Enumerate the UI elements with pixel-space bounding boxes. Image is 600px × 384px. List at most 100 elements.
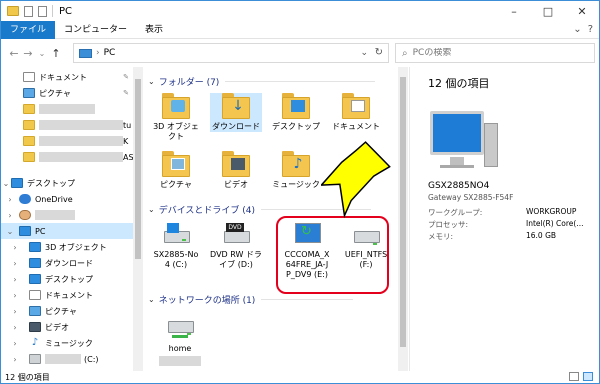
sidebar-item-onedrive[interactable]: › OneDrive: [1, 191, 143, 207]
scroll-thumb[interactable]: [135, 79, 141, 259]
nav-scrollbar[interactable]: [133, 67, 143, 371]
sidebar-item-desktop-root[interactable]: ⌄ デスクトップ: [1, 175, 143, 191]
chevron-down-icon[interactable]: ⌄: [148, 77, 155, 86]
chevron-right-icon[interactable]: ›: [1, 307, 29, 316]
tile-label: SX2885-No 4 (C:): [153, 250, 199, 269]
folder-icon: [23, 152, 35, 162]
detail-value: Intel(R) Core(...: [526, 219, 584, 228]
sidebar-item-folder[interactable]: K: [1, 133, 143, 149]
redacted-label: [35, 210, 75, 220]
sidebar-item-user[interactable]: ›: [1, 207, 143, 223]
tab-computer[interactable]: コンピューター: [55, 21, 136, 39]
content-scrollbar[interactable]: [398, 67, 408, 371]
drive-d[interactable]: DVD DVD RW ドライブ (D:): [210, 221, 262, 270]
drive-icon: [29, 354, 41, 364]
chevron-right-icon[interactable]: ›: [1, 259, 29, 268]
sidebar-item-desktop[interactable]: › デスクトップ: [1, 271, 143, 287]
3d-objects-folder-icon: [162, 93, 190, 119]
close-button[interactable]: ✕: [565, 1, 599, 21]
pin-icon: ✎: [123, 73, 129, 81]
breadcrumb-pc[interactable]: PC: [104, 48, 116, 58]
sidebar-item-music[interactable]: › ♪ ミュージック: [1, 335, 143, 351]
properties-icon[interactable]: [24, 5, 33, 17]
chevron-right-icon[interactable]: ›: [1, 339, 29, 348]
explorer-window: PC – □ ✕ ファイル コンピューター 表示 ⌄ ? ← → ⌄ ↑ › P…: [0, 0, 600, 384]
scroll-thumb[interactable]: [400, 77, 406, 347]
forward-button[interactable]: →: [21, 47, 35, 60]
network-drive-home[interactable]: home: [154, 315, 206, 369]
redacted-label: [45, 354, 81, 364]
group-header-folders[interactable]: ⌄ フォルダー (7): [148, 75, 376, 88]
redacted-label: [39, 136, 123, 146]
sidebar-item-label: ピクチャ: [45, 306, 77, 316]
maximize-button[interactable]: □: [531, 1, 565, 21]
sidebar-item-folder[interactable]: [1, 101, 143, 117]
up-button[interactable]: ↑: [49, 47, 63, 60]
chevron-down-icon[interactable]: ⌄: [360, 48, 368, 58]
sidebar-item-videos[interactable]: › ビデオ: [1, 319, 143, 335]
chevron-right-icon[interactable]: ›: [1, 275, 29, 284]
chevron-right-icon[interactable]: ›: [96, 48, 100, 58]
label-suffix: AS: [123, 152, 134, 162]
chevron-down-icon[interactable]: ⌄: [1, 179, 11, 188]
music-folder-icon: ♪: [282, 151, 310, 177]
expand-ribbon-icon[interactable]: ⌄: [573, 24, 581, 35]
sidebar-item-pictures[interactable]: › ピクチャ: [1, 303, 143, 319]
redacted-label: [159, 356, 201, 366]
folder-pictures[interactable]: ピクチャ: [150, 151, 202, 190]
video-icon: [29, 322, 41, 332]
sidebar-item-folder[interactable]: tu: [1, 117, 143, 133]
folder-documents[interactable]: ドキュメント: [330, 93, 382, 132]
chevron-down-icon[interactable]: ⌄: [1, 227, 19, 236]
search-input[interactable]: [412, 48, 573, 58]
drive-c[interactable]: SX2885-No 4 (C:): [150, 221, 202, 270]
document-icon: [29, 290, 41, 300]
sidebar-item-pictures-pinned[interactable]: ピクチャ ✎: [1, 85, 143, 101]
folder-desktop[interactable]: デスクトップ: [270, 93, 322, 132]
search-box[interactable]: ⌕: [395, 43, 595, 63]
help-icon[interactable]: ?: [588, 24, 593, 35]
chevron-right-icon[interactable]: ›: [1, 323, 29, 332]
details-view-icon[interactable]: [569, 372, 579, 381]
divider: [225, 81, 376, 82]
chevron-right-icon[interactable]: ›: [1, 355, 29, 364]
sidebar-item-c-drive[interactable]: › (C:): [1, 351, 143, 367]
tab-file[interactable]: ファイル: [1, 20, 56, 39]
chevron-right-icon[interactable]: ›: [1, 211, 19, 220]
sidebar-item-documents-pinned[interactable]: ドキュメント ✎: [1, 69, 143, 85]
chevron-right-icon[interactable]: ›: [1, 195, 19, 204]
network-drive-icon: [166, 315, 194, 341]
new-folder-icon[interactable]: [38, 5, 47, 17]
minimize-button[interactable]: –: [497, 1, 531, 21]
window-title: PC: [59, 5, 73, 17]
navigation-pane: ドキュメント ✎ ピクチャ ✎ tu K AS ⌄ デスクトップ › OneDr…: [1, 67, 143, 371]
folder-music[interactable]: ♪ ミュージック: [270, 151, 322, 190]
tab-view[interactable]: 表示: [136, 21, 172, 39]
folder-downloads[interactable]: ↓ ダウンロード: [210, 93, 262, 132]
desktop-icon: [29, 274, 41, 284]
sidebar-item-3d-objects[interactable]: › 3D オブジェクト: [1, 239, 143, 255]
chevron-down-icon[interactable]: ⌄: [148, 205, 155, 214]
sidebar-item-downloads[interactable]: › ダウンロード: [1, 255, 143, 271]
dvd-drive-icon: DVD: [222, 221, 250, 247]
folder-3d-objects[interactable]: 3D オブジェクト: [150, 93, 202, 142]
sidebar-item-documents[interactable]: › ドキュメント: [1, 287, 143, 303]
redacted-label: [39, 104, 95, 114]
refresh-icon[interactable]: ↻: [375, 47, 383, 58]
pointer-arrow-icon: [321, 141, 391, 219]
sidebar-item-pc[interactable]: ⌄ PC: [1, 223, 143, 239]
group-header-network[interactable]: ⌄ ネットワークの場所 (1): [148, 293, 354, 306]
sidebar-item-folder[interactable]: AS: [1, 149, 143, 165]
large-icons-view-icon[interactable]: [583, 372, 593, 381]
label-suffix: tu: [123, 120, 132, 130]
recent-locations-button[interactable]: ⌄: [35, 49, 49, 58]
folder-videos[interactable]: ビデオ: [210, 151, 262, 190]
search-icon: ⌕: [402, 47, 408, 59]
chevron-down-icon[interactable]: ⌄: [148, 295, 155, 304]
details-pane: 12 個の項目 GSX2885NO4 Gateway SX2885-F54F ワ…: [409, 67, 599, 371]
path-box[interactable]: › PC ⌄ ↻: [73, 43, 389, 63]
pictures-icon: [23, 88, 35, 98]
chevron-right-icon[interactable]: ›: [1, 291, 29, 300]
back-button[interactable]: ←: [7, 47, 21, 60]
chevron-right-icon[interactable]: ›: [1, 243, 29, 252]
